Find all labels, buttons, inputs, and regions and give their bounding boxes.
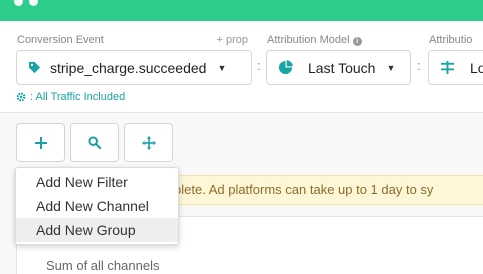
move-icon (141, 135, 156, 150)
search-button[interactable] (70, 123, 119, 162)
gear-icon (16, 92, 26, 102)
brand-logo (14, 0, 38, 6)
separator: : (417, 58, 421, 73)
tag-icon (28, 61, 41, 74)
banner-text: plete. Ad platforms can take up to 1 day… (174, 182, 434, 197)
menu-item-add-channel[interactable]: Add New Channel (16, 194, 178, 218)
sum-row-label: Sum of all channels (46, 258, 160, 273)
conversion-event-value: stripe_charge.succeeded (50, 59, 207, 76)
top-bar (0, 0, 483, 21)
chevron-down-icon: ▼ (217, 62, 227, 73)
attribution-model-value: Last Touch (308, 59, 376, 76)
attribution-window-label: Attributio (429, 34, 473, 46)
add-prop-link[interactable]: + prop (217, 34, 249, 46)
attribution-window-value: Lo (470, 59, 483, 76)
menu-item-add-group[interactable]: Add New Group (16, 218, 178, 242)
menu-item-add-filter[interactable]: Add New Filter (16, 170, 178, 194)
sliders-icon (440, 60, 455, 75)
conversion-event-label: Conversion Event (17, 34, 104, 46)
attribution-model-dropdown[interactable]: Last Touch ▼ (266, 50, 411, 85)
plus-icon (34, 136, 47, 149)
search-icon (88, 136, 101, 149)
traffic-filter[interactable]: : All Traffic Included (16, 91, 125, 103)
attribution-model-label-wrap: Attribution Model i (267, 34, 362, 46)
attribution-window-dropdown[interactable]: Lo (428, 50, 483, 85)
info-icon[interactable]: i (352, 37, 362, 46)
traffic-label: : All Traffic Included (30, 91, 126, 103)
add-button[interactable] (16, 123, 65, 162)
attribution-model-label: Attribution Model (267, 34, 350, 46)
conversion-event-dropdown[interactable]: stripe_charge.succeeded ▼ (16, 50, 252, 85)
move-button[interactable] (124, 123, 173, 162)
add-menu: Add New Filter Add New Channel Add New G… (15, 167, 179, 245)
filter-panel: Conversion Event + prop Attribution Mode… (0, 21, 483, 113)
pie-chart-icon (278, 60, 293, 75)
separator: : (257, 58, 261, 73)
chevron-down-icon: ▼ (386, 62, 396, 73)
